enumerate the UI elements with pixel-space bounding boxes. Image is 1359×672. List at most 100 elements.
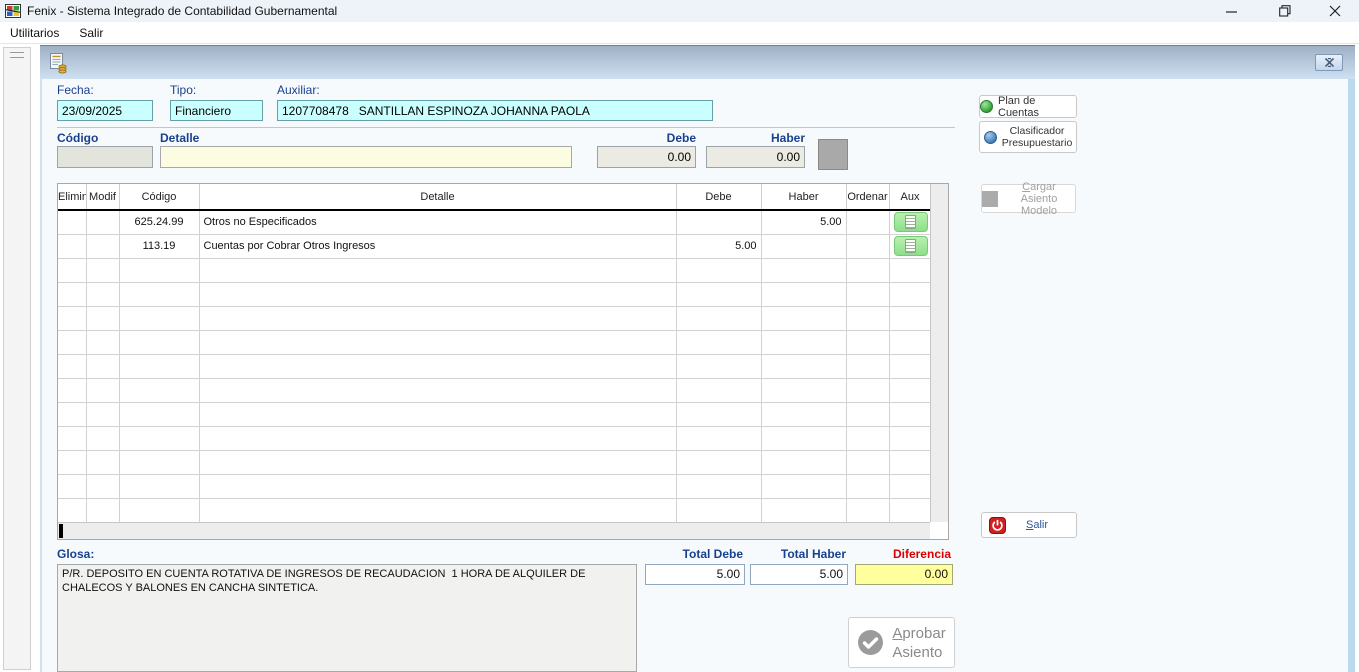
cell-ordenar[interactable]: [846, 354, 889, 378]
cell-modif[interactable]: [86, 426, 119, 450]
cell-ordenar[interactable]: [846, 450, 889, 474]
minimize-button[interactable]: [1214, 0, 1248, 22]
cell-codigo[interactable]: [119, 306, 199, 330]
close-button[interactable]: [1318, 0, 1352, 22]
cell-codigo[interactable]: [119, 378, 199, 402]
cell-elimin[interactable]: [58, 402, 86, 426]
cell-ordenar[interactable]: [846, 378, 889, 402]
cell-aux[interactable]: [889, 474, 931, 498]
cell-detalle[interactable]: [199, 354, 676, 378]
table-row-empty[interactable]: [58, 498, 931, 522]
cell-haber[interactable]: [761, 258, 846, 282]
cell-codigo[interactable]: [119, 426, 199, 450]
codigo-input[interactable]: [57, 146, 153, 168]
cell-haber[interactable]: [761, 426, 846, 450]
cell-haber[interactable]: [761, 234, 846, 258]
cell-modif[interactable]: [86, 378, 119, 402]
cell-detalle[interactable]: [199, 474, 676, 498]
cell-debe[interactable]: [676, 498, 761, 522]
child-close-button[interactable]: [1315, 54, 1343, 71]
cell-debe[interactable]: 5.00: [676, 234, 761, 258]
cell-aux[interactable]: [889, 426, 931, 450]
cell-detalle[interactable]: [199, 258, 676, 282]
cell-detalle[interactable]: [199, 306, 676, 330]
salir-button[interactable]: Salir: [981, 512, 1077, 538]
cell-elimin[interactable]: [58, 378, 86, 402]
cell-haber[interactable]: [761, 498, 846, 522]
cell-elimin[interactable]: [58, 234, 86, 258]
table-row-empty[interactable]: [58, 474, 931, 498]
cell-modif[interactable]: [86, 474, 119, 498]
cell-aux[interactable]: [889, 234, 931, 258]
cell-detalle[interactable]: Otros no Especificados: [199, 210, 676, 234]
cell-haber[interactable]: [761, 450, 846, 474]
auxiliar-input[interactable]: [277, 100, 713, 121]
table-row-empty[interactable]: [58, 402, 931, 426]
menu-item-salir[interactable]: Salir: [69, 22, 113, 44]
cell-ordenar[interactable]: [846, 426, 889, 450]
vertical-scrollbar[interactable]: [930, 184, 948, 522]
cell-ordenar[interactable]: [846, 474, 889, 498]
cell-detalle[interactable]: [199, 426, 676, 450]
cell-ordenar[interactable]: [846, 402, 889, 426]
cell-modif[interactable]: [86, 498, 119, 522]
cell-ordenar[interactable]: [846, 282, 889, 306]
blank-action-button[interactable]: [818, 139, 848, 170]
cell-modif[interactable]: [86, 330, 119, 354]
cell-aux[interactable]: [889, 258, 931, 282]
cell-haber[interactable]: [761, 330, 846, 354]
cell-aux[interactable]: [889, 378, 931, 402]
cell-haber[interactable]: [761, 354, 846, 378]
cell-codigo[interactable]: [119, 450, 199, 474]
cell-codigo[interactable]: [119, 330, 199, 354]
cell-detalle[interactable]: [199, 282, 676, 306]
cell-debe[interactable]: [676, 402, 761, 426]
cell-elimin[interactable]: [58, 330, 86, 354]
cell-codigo[interactable]: 625.24.99: [119, 210, 199, 234]
cell-detalle[interactable]: [199, 402, 676, 426]
cell-aux[interactable]: [889, 354, 931, 378]
cell-ordenar[interactable]: [846, 258, 889, 282]
cell-debe[interactable]: [676, 354, 761, 378]
cell-modif[interactable]: [86, 354, 119, 378]
table-row-empty[interactable]: [58, 282, 931, 306]
cell-detalle[interactable]: Cuentas por Cobrar Otros Ingresos: [199, 234, 676, 258]
cell-haber[interactable]: 5.00: [761, 210, 846, 234]
aprobar-asiento-button[interactable]: Aprobar Asiento: [848, 617, 955, 668]
horizontal-scrollbar[interactable]: [58, 522, 931, 539]
cell-elimin[interactable]: [58, 474, 86, 498]
cell-debe[interactable]: [676, 210, 761, 234]
cell-codigo[interactable]: [119, 402, 199, 426]
cell-aux[interactable]: [889, 498, 931, 522]
haber-input[interactable]: [706, 146, 805, 168]
cell-debe[interactable]: [676, 258, 761, 282]
cell-modif[interactable]: [86, 282, 119, 306]
debe-input[interactable]: [597, 146, 696, 168]
cell-haber[interactable]: [761, 306, 846, 330]
cell-debe[interactable]: [676, 330, 761, 354]
cell-modif[interactable]: [86, 210, 119, 234]
cell-haber[interactable]: [761, 378, 846, 402]
cell-elimin[interactable]: [58, 450, 86, 474]
cell-elimin[interactable]: [58, 306, 86, 330]
cell-codigo[interactable]: [119, 282, 199, 306]
cell-elimin[interactable]: [58, 498, 86, 522]
cell-elimin[interactable]: [58, 210, 86, 234]
cell-aux[interactable]: [889, 282, 931, 306]
cell-ordenar[interactable]: [846, 306, 889, 330]
cell-ordenar[interactable]: [846, 498, 889, 522]
cell-detalle[interactable]: [199, 498, 676, 522]
aux-button[interactable]: [894, 212, 928, 232]
cell-haber[interactable]: [761, 402, 846, 426]
cell-ordenar[interactable]: [846, 210, 889, 234]
table-row-empty[interactable]: [58, 330, 931, 354]
cell-aux[interactable]: [889, 402, 931, 426]
clasificador-presupuestario-button[interactable]: Clasificador Presupuestario: [979, 121, 1077, 153]
glosa-textarea[interactable]: P/R. DEPOSITO EN CUENTA ROTATIVA DE INGR…: [57, 564, 637, 672]
cell-detalle[interactable]: [199, 378, 676, 402]
cell-detalle[interactable]: [199, 450, 676, 474]
cell-modif[interactable]: [86, 306, 119, 330]
menu-item-utilitarios[interactable]: Utilitarios: [0, 22, 69, 44]
table-row[interactable]: 625.24.99Otros no Especificados 5.00: [58, 210, 931, 234]
cell-codigo[interactable]: [119, 474, 199, 498]
